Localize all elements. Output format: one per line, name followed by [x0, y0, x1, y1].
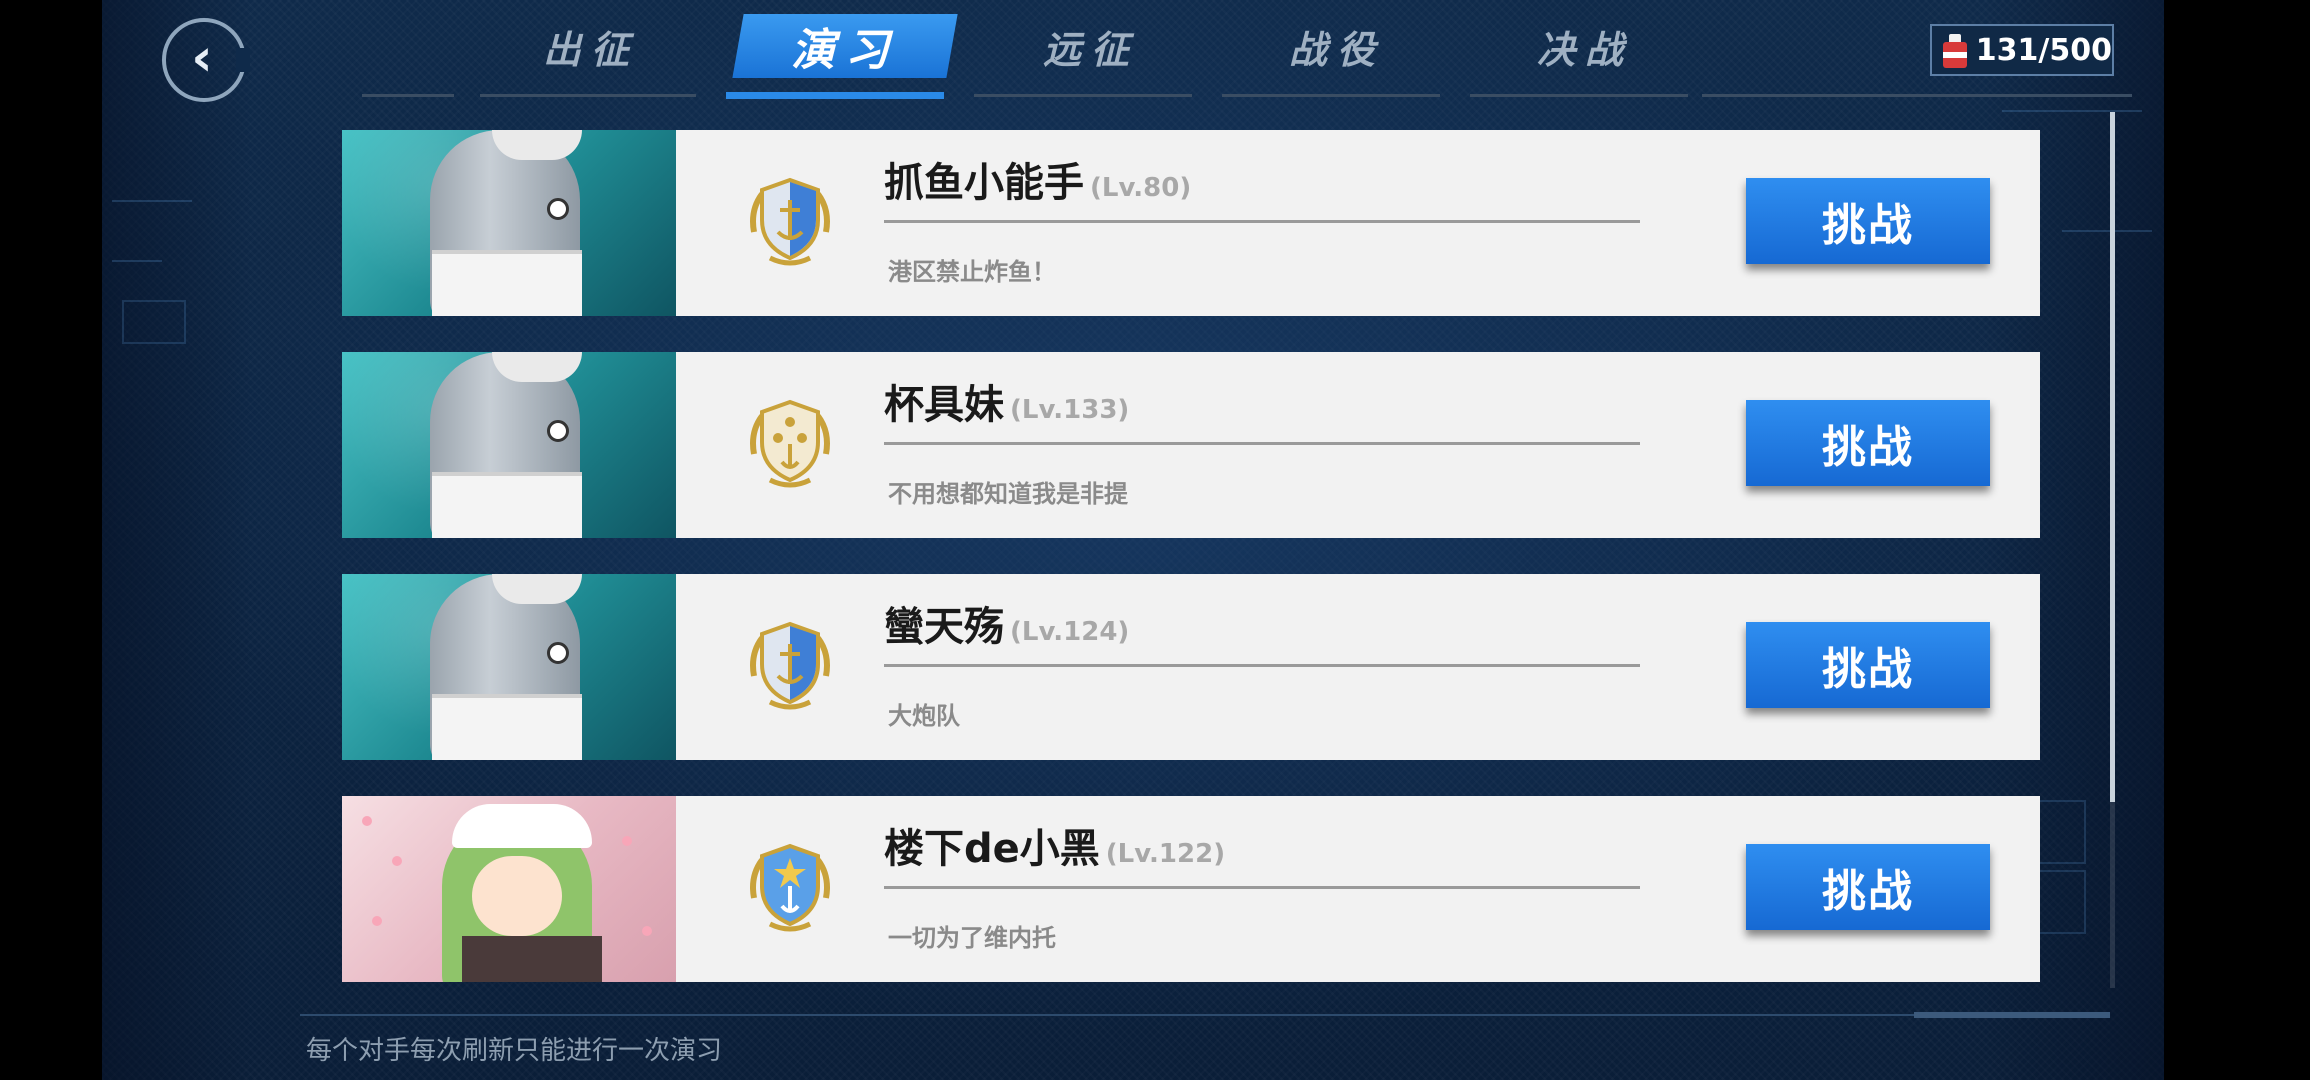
- opponent-name: 抓鱼小能手: [884, 160, 1084, 206]
- opponent-avatar: [342, 130, 676, 316]
- opponent-level: (Lv.133): [1010, 395, 1130, 425]
- tab-exercise[interactable]: 演习: [732, 14, 958, 78]
- challenge-button[interactable]: 挑战: [1746, 622, 1990, 708]
- divider: [884, 220, 1640, 223]
- opponent-level: (Lv.124): [1010, 617, 1130, 647]
- opponent-name: 蠻天殇: [884, 604, 1004, 650]
- opponent-name: 杯具妹: [884, 382, 1004, 428]
- tab-underline: [1470, 94, 1688, 97]
- deco-box: [122, 300, 186, 344]
- deco-line: [2002, 110, 2142, 112]
- tab-underline: [974, 94, 1192, 97]
- scrollbar-thumb[interactable]: [2110, 112, 2115, 802]
- opponent-motto: 一切为了维内托: [888, 924, 1056, 952]
- opponent-avatar: [342, 796, 676, 982]
- tab-campaign[interactable]: 战役: [1232, 14, 1442, 78]
- opponent-card: 抓鱼小能手 (Lv.80) 港区禁止炸鱼！ 挑战: [342, 130, 2040, 316]
- screen: ‹ 出征 演习 远征 战役 决战 131/500 抓鱼小能手 (Lv.80) 港…: [0, 0, 2310, 1080]
- tab-sortie[interactable]: 出征: [486, 14, 696, 78]
- opponent-avatar: [342, 574, 676, 760]
- tab-expedition[interactable]: 远征: [986, 14, 1196, 78]
- opponent-motto: 港区禁止炸鱼！: [888, 258, 1056, 286]
- opponent-avatar: [342, 352, 676, 538]
- opponent-motto: 不用想都知道我是非提: [888, 480, 1128, 508]
- divider: [884, 664, 1640, 667]
- scrollbar[interactable]: [2110, 112, 2115, 988]
- deco-line: [2062, 230, 2152, 232]
- left-decoration: [102, 0, 252, 1080]
- shield-star-rank-icon: [750, 843, 830, 932]
- challenge-button[interactable]: 挑战: [1746, 400, 1990, 486]
- tab-underline: [362, 94, 454, 97]
- tab-underline: [480, 94, 696, 97]
- opponent-name: 楼下de小黑: [884, 826, 1100, 872]
- divider: [884, 886, 1640, 889]
- tab-underline: [1222, 94, 1440, 97]
- bottom-divider-accent: [1914, 1012, 2110, 1018]
- tab-underline-active: [726, 92, 944, 99]
- deco-line: [112, 200, 192, 202]
- oil-value: 131/500: [1975, 32, 2112, 68]
- divider: [884, 442, 1640, 445]
- tab-decisive-battle[interactable]: 决战: [1480, 14, 1690, 78]
- opponent-card: 楼下de小黑 (Lv.122) 一切为了维内托 挑战: [342, 796, 2040, 982]
- oil-barrel-icon: [1940, 30, 1967, 70]
- deco-line: [112, 260, 162, 262]
- challenge-button[interactable]: 挑战: [1746, 844, 1990, 930]
- opponent-level: (Lv.122): [1105, 839, 1226, 869]
- shield-anchor-rank-icon: [750, 177, 830, 266]
- challenge-button[interactable]: 挑战: [1746, 178, 1990, 264]
- shield-three-stars-rank-icon: [750, 399, 830, 488]
- opponent-motto: 大炮队: [888, 702, 960, 730]
- tab-underline: [1702, 94, 2132, 97]
- opponent-card: 蠻天殇 (Lv.124) 大炮队 挑战: [342, 574, 2040, 760]
- opponent-level: (Lv.80): [1090, 173, 1192, 203]
- oil-counter: 131/500: [1930, 24, 2114, 76]
- footer-note: 每个对手每次刷新只能进行一次演习: [306, 1036, 723, 1066]
- bottom-divider: [300, 1014, 2110, 1016]
- opponent-card: 杯具妹 (Lv.133) 不用想都知道我是非提 挑战: [342, 352, 2040, 538]
- shield-anchor-rank-icon: [750, 621, 830, 710]
